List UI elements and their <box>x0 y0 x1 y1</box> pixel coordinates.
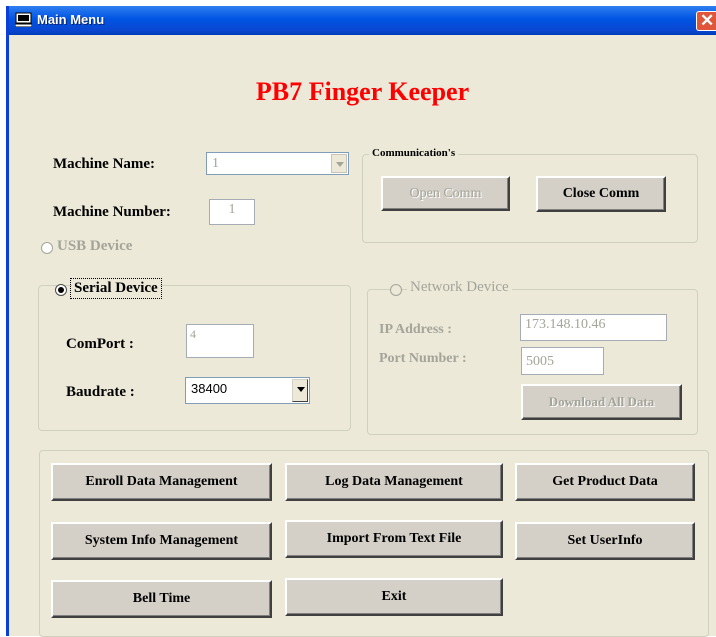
machine-number-label: Machine Number: <box>53 204 171 220</box>
serial-device-group <box>38 285 351 431</box>
machine-name-label: Machine Name: <box>53 156 156 172</box>
app-title: PB7 Finger Keeper <box>255 77 470 106</box>
system-info-management-button[interactable]: System Info Management <box>51 522 272 560</box>
usb-device-label: USB Device <box>57 238 133 254</box>
baudrate-select[interactable]: 38400 <box>185 377 310 404</box>
machine-name-select[interactable]: 1 <box>206 152 349 175</box>
communication-legend: Communication's <box>369 147 459 159</box>
window-title: Main Menu <box>37 12 105 27</box>
open-comm-button[interactable]: Open Comm <box>381 176 510 211</box>
baudrate-value: 38400 <box>191 381 228 396</box>
main-menu-window: Main Menu ✕ PB7 Finger Keeper Machine Na… <box>6 6 716 637</box>
machine-number-field[interactable]: 1 <box>209 199 255 225</box>
close-comm-button[interactable]: Close Comm <box>536 176 666 212</box>
ip-address-field[interactable]: 173.148.10.46 <box>520 314 667 341</box>
log-data-management-button[interactable]: Log Data Management <box>285 463 503 501</box>
baudrate-label: Baudrate : <box>66 384 135 400</box>
title-bar[interactable]: Main Menu ✕ <box>9 6 716 35</box>
comport-label: ComPort : <box>66 336 134 352</box>
import-from-text-file-button[interactable]: Import From Text File <box>285 520 503 558</box>
comport-field[interactable]: 4 <box>186 324 254 358</box>
network-device-radio[interactable] <box>390 284 402 296</box>
port-number-label: Port Number : <box>379 351 467 366</box>
bell-time-button[interactable]: Bell Time <box>51 580 272 618</box>
ip-address-label: IP Address : <box>379 322 452 337</box>
download-all-data-button[interactable]: Download All Data <box>521 384 682 420</box>
close-icon: ✕ <box>700 11 715 30</box>
set-userinfo-button[interactable]: Set UserInfo <box>515 522 695 560</box>
network-device-label: Network Device <box>407 279 512 296</box>
exit-button[interactable]: Exit <box>285 578 503 616</box>
chevron-down-icon[interactable] <box>292 379 308 402</box>
computer-icon <box>15 12 32 27</box>
port-number-field[interactable]: 5005 <box>521 347 604 375</box>
get-product-data-button[interactable]: Get Product Data <box>515 463 695 501</box>
enroll-data-management-button[interactable]: Enroll Data Management <box>51 463 272 501</box>
machine-name-value: 1 <box>212 156 219 171</box>
serial-device-label[interactable]: Serial Device <box>70 278 162 299</box>
serial-device-radio[interactable] <box>55 284 67 296</box>
chevron-down-icon[interactable] <box>331 154 347 173</box>
close-button[interactable]: ✕ <box>696 11 716 31</box>
usb-device-radio[interactable] <box>41 242 53 254</box>
client-area: PB7 Finger Keeper Machine Name: 1 Machin… <box>9 35 716 637</box>
